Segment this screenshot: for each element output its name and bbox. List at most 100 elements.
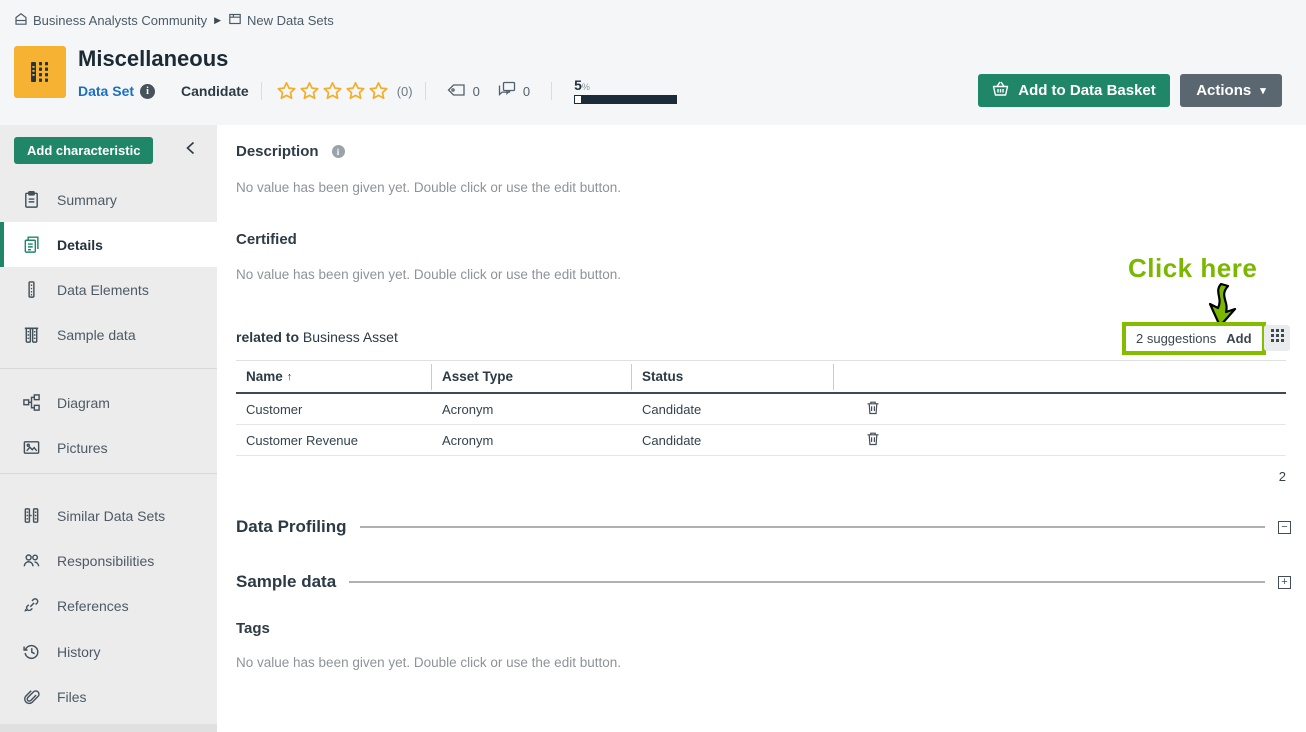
diagram-icon [22,393,41,412]
people-icon [22,551,41,570]
sidebar-item-files[interactable]: Files [0,674,217,719]
table-header-row: Name ↑ Asset Type Status [236,361,1286,394]
description-heading: Description i [236,143,345,160]
suggestions-add-button[interactable]: Add [1226,331,1251,346]
completeness-indicator: 5% [574,79,677,104]
section-rule [360,526,1265,528]
grid-view-button[interactable] [1264,325,1290,351]
column-icon [22,280,41,299]
domain-icon [228,12,242,29]
section-rule [349,581,1265,583]
tags-heading: Tags [236,620,270,637]
sidebar-item-history[interactable]: History [0,629,217,674]
asset-meta-row: Data Set i Candidate (0) 0 0 5% [78,80,677,102]
add-to-data-basket-button[interactable]: Add to Data Basket [978,74,1170,107]
tags-empty-value[interactable]: No value has been given yet. Double clic… [236,655,621,670]
paperclip-icon [22,687,41,706]
info-icon[interactable]: i [140,84,155,99]
sidebar-item-sample-data[interactable]: Sample data [0,312,217,357]
sidebar-item-data-elements[interactable]: Data Elements [0,267,217,312]
column-header-status[interactable]: Status [632,364,834,390]
sidebar-item-label: Diagram [57,395,110,411]
sidebar-item-diagram[interactable]: Diagram [0,380,217,425]
sidebar-item-label: Summary [57,192,117,208]
column-header-asset-type[interactable]: Asset Type [432,364,632,390]
dataset-tile-icon [14,46,66,98]
description-empty-value[interactable]: No value has been given yet. Double clic… [236,180,621,195]
divider [261,82,262,100]
similar-columns-icon [22,506,41,525]
sidebar-item-label: Details [57,237,103,253]
tags-counter[interactable]: 0 [447,83,480,100]
star-icon [299,81,320,102]
completeness-unit: % [582,82,590,92]
divider [551,82,552,100]
suggestions-box[interactable]: 2 suggestions Add [1122,322,1266,355]
rating-stars[interactable] [276,81,389,102]
basket-icon [992,81,1009,101]
sidebar-item-label: References [57,598,129,614]
sidebar-item-label: Files [57,689,87,705]
caret-down-icon: ▾ [1260,84,1266,97]
tag-icon [447,83,466,100]
sidebar-item-pictures[interactable]: Pictures [0,425,217,470]
sample-columns-icon [22,325,41,344]
divider [425,82,426,100]
relation-title: related to Business Asset [236,329,398,345]
sidebar-divider [0,473,217,474]
history-icon [22,642,41,661]
sidebar-item-summary[interactable]: Summary [0,177,217,222]
community-icon [14,12,28,29]
info-icon[interactable]: i [332,145,345,158]
clipboard-icon [22,190,41,209]
main-content: Description i No value has been given ye… [217,125,1306,732]
sidebar: Add characteristic Summary Details Data … [0,125,217,732]
page-header: Business Analysts Community ▶ New Data S… [0,0,1306,125]
table-row[interactable]: Customer Acronym Candidate [236,394,1286,425]
suggestions-count: 2 suggestions [1136,331,1216,346]
sidebar-item-label: Data Elements [57,282,149,298]
comments-counter[interactable]: 0 [498,81,530,101]
column-header-name[interactable]: Name ↑ [236,364,432,390]
sidebar-footer-strip [0,724,217,732]
breadcrumb: Business Analysts Community ▶ New Data S… [14,12,334,29]
star-icon [322,81,343,102]
completeness-bar-fill [575,96,581,103]
click-here-annotation: Click here [1128,253,1257,284]
sidebar-item-responsibilities[interactable]: Responsibilities [0,538,217,583]
grid-icon [1271,329,1284,347]
sample-data-heading: Sample data [236,572,336,592]
data-profiling-section: Data Profiling − [236,517,1291,537]
trash-icon[interactable] [866,431,880,446]
star-icon [276,81,297,102]
comments-icon [498,81,516,101]
expand-box-icon[interactable]: + [1278,576,1291,589]
breadcrumb-community[interactable]: Business Analysts Community [14,12,207,29]
sidebar-item-details[interactable]: Details [0,222,217,267]
sidebar-item-label: Sample data [57,327,136,343]
certified-heading: Certified [236,231,297,248]
collapse-chevron-icon[interactable] [179,137,201,159]
star-icon [368,81,389,102]
table-row[interactable]: Customer Revenue Acronym Candidate [236,425,1286,456]
sidebar-item-references[interactable]: References [0,583,217,628]
link-icon [22,596,41,615]
picture-icon [22,438,41,457]
sidebar-item-label: Responsibilities [57,553,154,569]
actions-button[interactable]: Actions ▾ [1180,74,1282,107]
asset-type-link[interactable]: Data Set [78,83,134,99]
sidebar-divider [0,368,217,369]
related-assets-table: Name ↑ Asset Type Status Customer Acrony… [236,360,1286,456]
certified-empty-value[interactable]: No value has been given yet. Double clic… [236,267,621,282]
star-icon [345,81,366,102]
sidebar-item-label: History [57,644,101,660]
rating-count: (0) [397,84,413,99]
table-total-count: 2 [1279,469,1286,484]
column-header-actions [834,364,1286,390]
trash-icon[interactable] [866,400,880,415]
breadcrumb-domain[interactable]: New Data Sets [228,12,334,29]
collapse-box-icon[interactable]: − [1278,521,1291,534]
page-title: Miscellaneous [78,46,228,72]
sidebar-item-similar-data-sets[interactable]: Similar Data Sets [0,493,217,538]
add-characteristic-button[interactable]: Add characteristic [14,137,153,164]
